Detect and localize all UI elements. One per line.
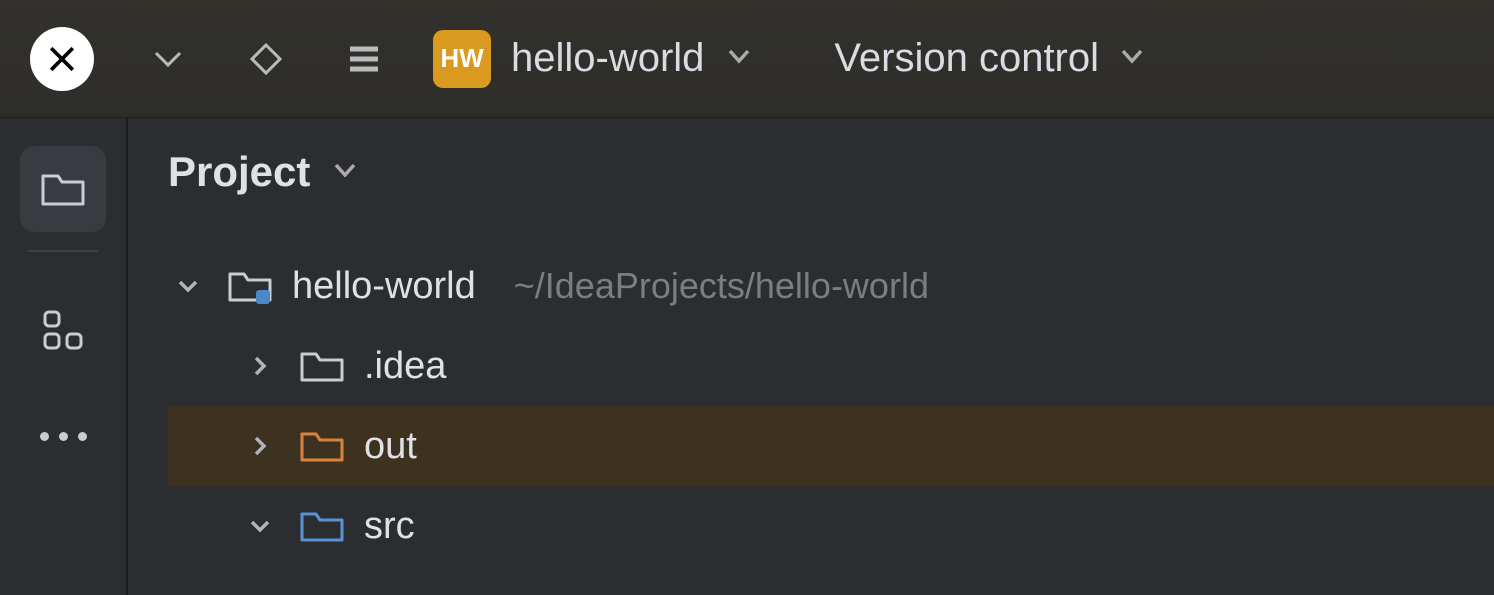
more-tools-button[interactable] [20, 373, 106, 459]
folder-icon [38, 164, 88, 214]
chevron-down-icon [174, 272, 202, 300]
tree-root-row[interactable]: hello-world ~/IdeaProjects/hello-world [168, 246, 1494, 326]
tree-node-label: src [364, 505, 415, 548]
chevron-right-icon [246, 352, 274, 380]
chevron-down-icon [1117, 41, 1147, 76]
folder-icon [296, 506, 348, 546]
tree-row[interactable]: out [168, 406, 1494, 486]
project-selector[interactable]: HW hello-world [433, 30, 754, 88]
module-folder-icon [224, 266, 276, 306]
titlebar: HW hello-world Version control [0, 0, 1494, 118]
chevron-down-icon [148, 39, 188, 79]
expand-arrow[interactable] [168, 272, 208, 300]
structure-icon [40, 307, 86, 353]
project-panel: Project hello-world ~/IdeaProjects/hello… [128, 118, 1494, 595]
diamond-icon [246, 39, 286, 79]
folder-icon [296, 346, 348, 386]
folder-icon [296, 426, 348, 466]
hamburger-icon [344, 39, 384, 79]
chevron-down-icon [330, 155, 360, 190]
panel-title: Project [168, 148, 310, 196]
tool-window-rail [0, 118, 128, 595]
expand-arrow[interactable] [240, 512, 280, 540]
version-control-label: Version control [834, 36, 1099, 81]
project-badge: HW [433, 30, 491, 88]
tree-node-path: ~/IdeaProjects/hello-world [514, 265, 929, 307]
rail-divider [28, 250, 98, 252]
chevron-down-icon [724, 41, 754, 76]
tree-row[interactable]: .idea [168, 326, 1494, 406]
close-icon [44, 41, 80, 77]
main-area: Project hello-world ~/IdeaProjects/hello… [0, 118, 1494, 595]
diamond-button[interactable] [242, 35, 290, 83]
more-icon [40, 432, 87, 441]
version-control-selector[interactable]: Version control [834, 36, 1147, 81]
tree-node-label: out [364, 425, 417, 468]
tree-node-label: .idea [364, 345, 446, 388]
panel-header[interactable]: Project [168, 148, 1494, 196]
chevron-down-icon [246, 512, 274, 540]
project-tool-button[interactable] [20, 146, 106, 232]
chevron-right-icon [246, 432, 274, 460]
dropdown-button[interactable] [144, 35, 192, 83]
structure-tool-button[interactable] [20, 287, 106, 373]
tree-node-label: hello-world [292, 265, 476, 308]
menu-button[interactable] [340, 35, 388, 83]
expand-arrow[interactable] [240, 352, 280, 380]
expand-arrow[interactable] [240, 432, 280, 460]
tree-row[interactable]: src [168, 486, 1494, 566]
close-button[interactable] [30, 27, 94, 91]
project-name-label: hello-world [511, 36, 704, 81]
